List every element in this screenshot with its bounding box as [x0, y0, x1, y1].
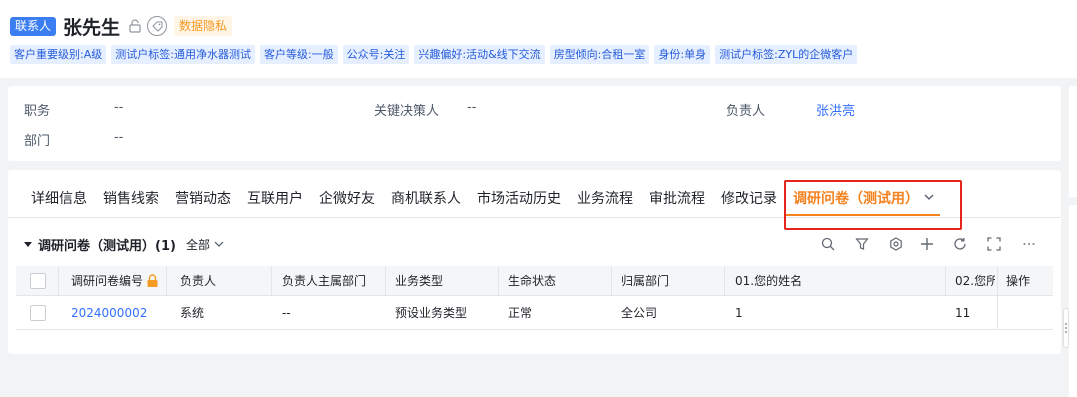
cell-life-status: 正常 — [508, 306, 533, 320]
tag-icon[interactable] — [147, 16, 168, 36]
record-header: 联系人 张先生 数据隐私 客户重要级别:A级 测试户标签:通用净水器测试 客户等… — [0, 0, 1077, 78]
key-decision-value: -- — [467, 100, 477, 115]
select-all-checkbox[interactable] — [30, 272, 46, 289]
header-owner-department[interactable]: 负责人主属部门 — [282, 266, 382, 295]
header-q01-name[interactable]: 01.您的姓名 — [735, 266, 935, 295]
cell-business-type: 预设业务类型 — [395, 306, 468, 320]
table-row[interactable]: 2024000002 系统 -- 预设业务类型 正常 全公司 1 11 — [16, 296, 1053, 330]
title-row: 联系人 张先生 数据隐私 — [10, 14, 233, 39]
tab-wecom-friends[interactable]: 企微好友 — [319, 188, 375, 208]
related-list-card: 详细信息 销售线索 营销动态 互联用户 企微好友 商机联系人 市场活动历史 业务… — [8, 170, 1061, 354]
side-panel-edge — [1069, 86, 1077, 197]
tab-approval-process[interactable]: 审批流程 — [649, 188, 705, 208]
tag-list: 客户重要级别:A级 测试户标签:通用净水器测试 客户等级:一般 公众号:关注 兴… — [10, 45, 862, 64]
side-panel-edge — [1069, 205, 1077, 397]
table-header: 调研问卷编号 负责人 负责人主属部门 业务类型 生命状态 归属部门 01.您的姓… — [16, 266, 1053, 296]
privacy-badge[interactable]: 数据隐私 — [174, 16, 233, 36]
header-belonging-department[interactable]: 归属部门 — [621, 266, 721, 295]
section-header: 调研问卷（测试用）(1) 全部 — [24, 236, 224, 254]
tag-item: 客户重要级别:A级 — [10, 45, 107, 64]
highlight-box — [784, 180, 962, 230]
header-business-type[interactable]: 业务类型 — [395, 266, 495, 295]
row-checkbox[interactable] — [30, 304, 46, 321]
tab-campaign-history[interactable]: 市场活动历史 — [477, 188, 561, 208]
fullscreen-icon[interactable] — [987, 237, 1001, 251]
tag-item: 测试户标签:通用净水器测试 — [111, 45, 255, 64]
cell-q02: 11 — [955, 305, 971, 320]
tab-change-log[interactable]: 修改记录 — [721, 188, 777, 208]
position-value: -- — [114, 100, 124, 115]
lock-icon[interactable] — [128, 19, 142, 33]
tab-connected-users[interactable]: 互联用户 — [247, 188, 303, 208]
actions-column-divider — [997, 266, 1053, 330]
cell-belonging-department: 全公司 — [621, 306, 658, 320]
settings-icon[interactable] — [889, 237, 903, 251]
info-card: 职务 -- 关键决策人 -- 负责人 张洪亮 部门 -- — [8, 86, 1061, 161]
header-survey-id[interactable]: 调研问卷编号 — [71, 266, 151, 295]
collapse-icon[interactable] — [24, 240, 32, 248]
select-all-cell — [30, 266, 50, 295]
cell-owner-department: -- — [282, 305, 291, 320]
section-title: 调研问卷（测试用）(1) — [38, 238, 176, 254]
header-q02[interactable]: 02.您所 — [955, 266, 995, 295]
key-decision-label: 关键决策人 — [374, 104, 440, 119]
tag-item: 房型倾向:合租一室 — [549, 45, 650, 64]
refresh-icon[interactable] — [953, 237, 967, 251]
tag-item: 公众号:关注 — [342, 45, 410, 64]
filter-icon[interactable] — [855, 237, 869, 251]
tab-sales-leads[interactable]: 销售线索 — [103, 188, 159, 208]
department-label: 部门 — [24, 134, 51, 149]
owner-label: 负责人 — [726, 104, 766, 119]
tab-opportunity-contacts[interactable]: 商机联系人 — [391, 188, 461, 208]
position-label: 职务 — [24, 104, 51, 119]
scope-filter[interactable]: 全部 — [186, 236, 210, 253]
header-life-status[interactable]: 生命状态 — [508, 266, 608, 295]
cell-q01-name: 1 — [735, 305, 743, 320]
tab-marketing-activity[interactable]: 营销动态 — [175, 188, 231, 208]
tab-details[interactable]: 详细信息 — [31, 188, 87, 208]
row-select-cell — [30, 296, 50, 329]
page-title: 张先生 — [63, 16, 121, 39]
add-icon[interactable] — [920, 237, 934, 251]
tab-business-process[interactable]: 业务流程 — [577, 188, 633, 208]
chevron-down-icon[interactable] — [214, 239, 224, 249]
tag-item: 兴趣偏好:活动&线下交流 — [414, 45, 545, 64]
department-value: -- — [114, 130, 124, 145]
tag-item: 测试户标签:ZYL的企微客户 — [715, 45, 858, 64]
cell-survey-id[interactable]: 2024000002 — [71, 296, 161, 329]
search-icon[interactable] — [821, 237, 835, 251]
more-icon[interactable] — [1022, 237, 1036, 251]
tag-item: 客户等级:一般 — [259, 45, 338, 64]
survey-id-link[interactable]: 2024000002 — [71, 306, 147, 320]
drag-handle[interactable] — [1063, 308, 1069, 348]
tag-item: 身份:单身 — [654, 45, 711, 64]
owner-link[interactable]: 张洪亮 — [816, 100, 855, 119]
lock-icon — [147, 274, 158, 287]
cell-owner: 系统 — [180, 306, 205, 320]
contact-badge: 联系人 — [10, 16, 57, 36]
header-owner[interactable]: 负责人 — [180, 266, 270, 295]
